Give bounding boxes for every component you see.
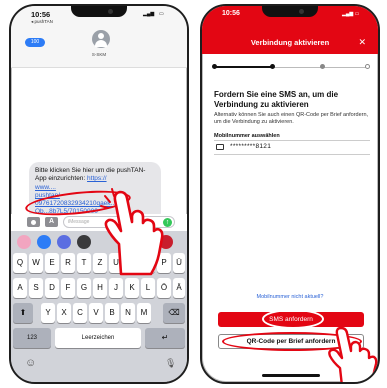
key[interactable]: Q (13, 253, 27, 273)
progress-fill (215, 66, 273, 68)
key[interactable]: B (105, 303, 119, 323)
key[interactable]: W (29, 253, 43, 273)
key[interactable]: C (73, 303, 87, 323)
highlight-ring (262, 309, 324, 329)
headline: Fordern Sie eine SMS an, um die Verbindu… (214, 90, 339, 109)
shift-key[interactable]: ⬆ (13, 303, 33, 323)
sms-icon (216, 144, 224, 150)
emoji-icon[interactable]: ☺ (25, 357, 36, 369)
key[interactable]: J (109, 278, 123, 298)
space-key[interactable]: Leerzeichen (55, 328, 141, 348)
key[interactable]: M (137, 303, 151, 323)
app-store-icon[interactable]: A (45, 217, 58, 227)
message-link-3[interactable]: ... (51, 184, 56, 191)
message-link-2[interactable]: www. (35, 184, 51, 191)
key[interactable]: F (61, 278, 75, 298)
home-indicator (262, 374, 320, 377)
key[interactable]: K (125, 278, 139, 298)
number-outdated-link[interactable]: Mobilnummer nicht aktuell? (202, 294, 378, 300)
key[interactable]: A (13, 278, 27, 298)
signal-icon: ▂▄▆ ▭ (342, 11, 360, 17)
conversation-header: ◂ pushTAN 100 S-SKM (11, 19, 187, 68)
key[interactable]: H (93, 278, 107, 298)
memoji-app-icon[interactable] (57, 235, 71, 249)
status-time: 10:56 (31, 10, 51, 19)
pointing-hand-icon (100, 188, 164, 276)
photos-app-icon[interactable] (17, 235, 31, 249)
key[interactable]: V (89, 303, 103, 323)
signal-icon: ▂▄▆ (143, 11, 155, 17)
step-4 (365, 64, 370, 69)
message-link-1[interactable]: https:// (87, 175, 107, 182)
contact-avatar[interactable] (92, 30, 110, 48)
back-button[interactable]: 100 (25, 38, 45, 47)
key[interactable]: E (45, 253, 59, 273)
step-2 (270, 64, 275, 69)
step-3 (320, 64, 325, 69)
delete-key[interactable]: ⌫ (163, 303, 185, 323)
status-time: 10:56 (222, 10, 240, 17)
camera-icon[interactable] (27, 217, 40, 227)
key-row-3: ⬆ Y X C V B N M ⌫ (11, 303, 187, 323)
message-input-placeholder: iMessage (68, 219, 90, 225)
step-1 (212, 64, 217, 69)
page-title: Verbindung aktivieren (250, 38, 330, 47)
divider (214, 140, 370, 141)
numbers-key[interactable]: 123 (13, 328, 51, 348)
key[interactable]: Y (41, 303, 55, 323)
close-icon[interactable]: ✕ (358, 37, 366, 48)
key[interactable]: D (45, 278, 59, 298)
back-to-app[interactable]: ◂ pushTAN (31, 19, 53, 25)
key[interactable]: N (121, 303, 135, 323)
pointing-hand-icon (328, 326, 378, 382)
pushtan-phone: 10:56 ▂▄▆ ▭ Verbindung aktivieren ✕ Ford… (200, 4, 380, 384)
key[interactable]: Ü (173, 253, 185, 273)
key[interactable]: S (29, 278, 43, 298)
key[interactable]: R (61, 253, 75, 273)
progress-steps (212, 64, 370, 70)
key[interactable]: T (77, 253, 91, 273)
key[interactable]: L (141, 278, 155, 298)
key[interactable]: Ä (173, 278, 185, 298)
divider (214, 154, 370, 155)
phone-notch (71, 6, 127, 17)
microphone-icon[interactable]: 🎙 (165, 358, 176, 369)
store-app-icon[interactable] (37, 235, 51, 249)
key[interactable]: Ö (157, 278, 171, 298)
messages-phone: 10:56 ▂▄▆ ▭ ◂ pushTAN 100 S-SKM Bitte kl… (9, 4, 189, 384)
subtext: Alternativ können Sie auch einen QR-Code… (214, 112, 369, 125)
key-row-4: 123 Leerzeichen ↵ (11, 328, 187, 348)
contact-name[interactable]: S-SKM (11, 52, 187, 57)
mobile-number-option[interactable]: *********8121 (230, 143, 271, 150)
number-label: Mobilnummer auswählen (214, 133, 280, 139)
key-row-2: A S D F G H J K L Ö Ä (11, 278, 187, 298)
digital-touch-icon[interactable] (77, 235, 91, 249)
phone-notch (262, 6, 318, 17)
key[interactable]: X (57, 303, 71, 323)
return-key[interactable]: ↵ (145, 328, 185, 348)
key[interactable]: G (77, 278, 91, 298)
battery-icon: ▭ (159, 11, 164, 17)
